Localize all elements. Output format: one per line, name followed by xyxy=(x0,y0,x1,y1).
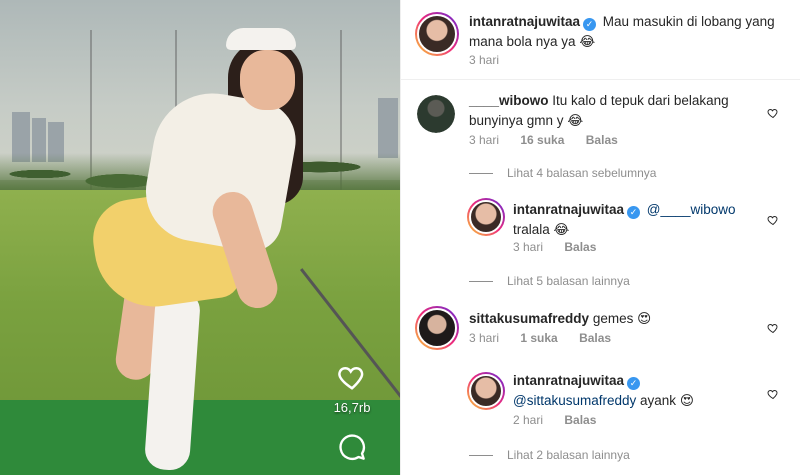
avatar[interactable] xyxy=(467,198,505,236)
reply-text: intanratnajuwitaa ✓ @sittakusumafreddy ay… xyxy=(513,371,763,411)
reply-time: 2 hari xyxy=(513,413,544,427)
figure-face xyxy=(240,50,295,110)
laughing-emoji-icon: 😂 xyxy=(553,222,570,238)
verified-badge-icon: ✓ xyxy=(583,18,597,31)
avatar[interactable] xyxy=(415,306,459,350)
caption-header: intanratnajuwitaa ✓ Mau masukin di lobang… xyxy=(401,0,800,80)
comment-time: 3 hari xyxy=(469,331,500,345)
avatar[interactable] xyxy=(417,95,455,133)
verified-badge-icon: ✓ xyxy=(627,206,641,219)
comments-panel: intanratnajuwitaa ✓ Mau masukin di lobang… xyxy=(400,0,800,475)
reply-username[interactable]: intanratnajuwitaa xyxy=(513,373,624,388)
heart-eyes-emoji-icon: 😍 xyxy=(637,311,652,327)
comment-username[interactable]: sittakusumafreddy xyxy=(469,311,589,326)
post-photo[interactable]: 16,7rb xyxy=(0,0,400,475)
divider-line xyxy=(469,281,493,283)
like-count: 16,7rb xyxy=(333,400,371,415)
comment-likes[interactable]: 16 suka xyxy=(520,133,564,147)
reply-meta: 2 hari Balas xyxy=(513,413,614,427)
divider-line xyxy=(469,173,493,175)
view-replies-label: Lihat 5 balasan lainnya xyxy=(507,274,630,288)
comment-text: sittakusumafreddy gemes 😍 xyxy=(469,309,749,329)
laughing-emoji-icon: 😂 xyxy=(567,113,584,129)
view-replies-button[interactable]: Lihat 2 balasan lainnya xyxy=(469,448,630,462)
avatar[interactable] xyxy=(415,12,459,56)
reply-time: 3 hari xyxy=(513,240,544,254)
reply-button[interactable]: Balas xyxy=(586,133,618,147)
reply-body: ayank xyxy=(640,393,677,408)
heart-icon[interactable] xyxy=(767,214,779,226)
caption-text: intanratnajuwitaa ✓ Mau masukin di lobang… xyxy=(469,12,789,52)
reply-button[interactable]: Balas xyxy=(564,413,596,427)
reply-button[interactable]: Balas xyxy=(564,240,596,254)
figure-visor xyxy=(226,28,296,50)
heart-icon[interactable] xyxy=(337,362,367,392)
comment-username[interactable]: ____wibowo xyxy=(469,93,549,108)
divider-line xyxy=(469,455,493,457)
reply-username[interactable]: intanratnajuwitaa xyxy=(513,202,624,217)
heart-icon[interactable] xyxy=(767,107,779,119)
heart-eyes-emoji-icon: 😍 xyxy=(679,393,694,409)
reply-meta: 3 hari Balas xyxy=(513,240,614,254)
media-actions: 16,7rb xyxy=(322,362,382,461)
heart-icon[interactable] xyxy=(767,322,779,334)
reply-body: tralala xyxy=(513,222,550,237)
reply-button[interactable]: Balas xyxy=(579,331,611,345)
view-replies-label: Lihat 2 balasan lainnya xyxy=(507,448,630,462)
heart-icon[interactable] xyxy=(767,388,779,400)
reply-text: intanratnajuwitaa ✓ @____wibowo tralala 😂 xyxy=(513,200,753,240)
caption-meta: 3 hari xyxy=(469,53,517,67)
mention-link[interactable]: @____wibowo xyxy=(647,202,736,217)
comment-icon[interactable] xyxy=(338,433,366,461)
caption-time: 3 hari xyxy=(469,53,500,67)
view-replies-label: Lihat 4 balasan sebelumnya xyxy=(507,166,657,180)
avatar[interactable] xyxy=(467,372,505,410)
comment-meta: 3 hari 1 suka Balas xyxy=(469,331,629,345)
comment-body: gemes xyxy=(592,311,634,326)
comment-likes[interactable]: 1 suka xyxy=(520,331,557,345)
mention-link[interactable]: @sittakusumafreddy xyxy=(513,393,636,408)
comment-meta: 3 hari 16 suka Balas xyxy=(469,133,636,147)
view-replies-button[interactable]: Lihat 4 balasan sebelumnya xyxy=(469,166,656,180)
laughing-emoji-icon: 😂 xyxy=(579,34,596,50)
view-replies-button[interactable]: Lihat 5 balasan lainnya xyxy=(469,274,630,288)
caption-username[interactable]: intanratnajuwitaa xyxy=(469,14,580,29)
comment-text: ____wibowo Itu kalo d tepuk dari belakan… xyxy=(469,91,749,131)
verified-badge-icon: ✓ xyxy=(627,377,641,390)
comment-time: 3 hari xyxy=(469,133,500,147)
